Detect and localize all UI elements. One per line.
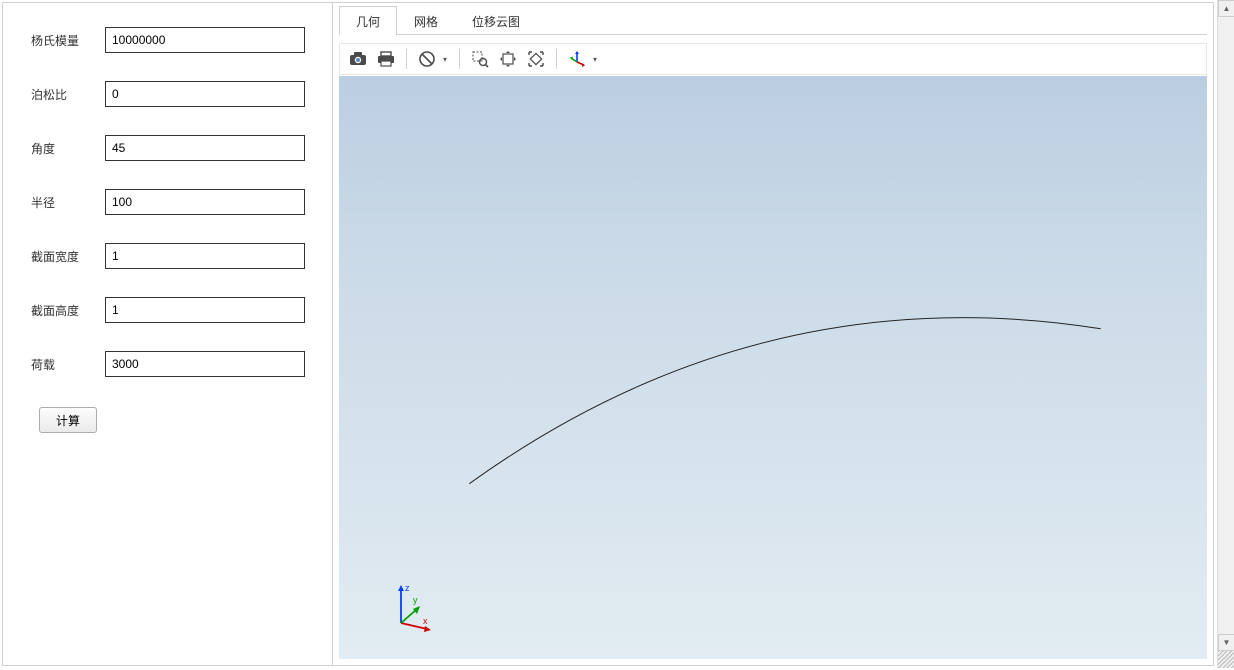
- label-poisson: 泊松比: [31, 86, 105, 103]
- tab-geometry[interactable]: 几何: [339, 6, 397, 35]
- reset-view-icon[interactable]: [415, 47, 439, 71]
- reset-view-dropdown[interactable]: ▾: [443, 55, 451, 64]
- window-resize-handle[interactable]: [1218, 651, 1234, 668]
- viewport-3d[interactable]: z x y: [339, 76, 1207, 659]
- input-section-width[interactable]: [105, 243, 305, 269]
- toolbar-separator: [459, 49, 460, 69]
- calculate-button[interactable]: 计算: [39, 407, 97, 433]
- label-radius: 半径: [31, 194, 105, 211]
- scroll-down-arrow[interactable]: ▼: [1218, 634, 1234, 651]
- svg-text:z: z: [405, 583, 410, 593]
- fit-icon[interactable]: [524, 47, 548, 71]
- svg-text:x: x: [423, 616, 428, 626]
- toolbar-separator: [556, 49, 557, 69]
- label-load: 荷载: [31, 356, 105, 373]
- viewer-toolbar: ▾ ▾: [339, 43, 1207, 75]
- input-load[interactable]: [105, 351, 305, 377]
- input-poisson[interactable]: [105, 81, 305, 107]
- axis-dropdown[interactable]: ▾: [593, 55, 601, 64]
- tab-bar: 几何 网格 位移云图: [339, 7, 1207, 35]
- zoom-box-icon[interactable]: [468, 47, 492, 71]
- vertical-scrollbar[interactable]: ▲ ▼: [1217, 0, 1234, 668]
- view-panel: 几何 网格 位移云图 ▾: [333, 3, 1213, 665]
- tab-displacement-cloud[interactable]: 位移云图: [455, 6, 537, 35]
- input-radius[interactable]: [105, 189, 305, 215]
- input-angle[interactable]: [105, 135, 305, 161]
- label-youngs-modulus: 杨氏模量: [31, 32, 105, 49]
- input-section-height[interactable]: [105, 297, 305, 323]
- camera-icon[interactable]: [346, 47, 370, 71]
- parameter-panel: 杨氏模量 泊松比 角度 半径 截面宽度 截面高度 荷载 计算: [3, 3, 333, 665]
- pan-icon[interactable]: [496, 47, 520, 71]
- svg-text:y: y: [413, 595, 418, 605]
- label-angle: 角度: [31, 140, 105, 157]
- tab-mesh[interactable]: 网格: [397, 6, 455, 35]
- scroll-up-arrow[interactable]: ▲: [1218, 0, 1234, 17]
- axis-icon[interactable]: [565, 47, 589, 71]
- print-icon[interactable]: [374, 47, 398, 71]
- axis-triad: z x y: [387, 583, 433, 633]
- label-section-height: 截面高度: [31, 302, 105, 319]
- input-youngs-modulus[interactable]: [105, 27, 305, 53]
- label-section-width: 截面宽度: [31, 248, 105, 265]
- geometry-curve: [339, 76, 1207, 659]
- toolbar-separator: [406, 49, 407, 69]
